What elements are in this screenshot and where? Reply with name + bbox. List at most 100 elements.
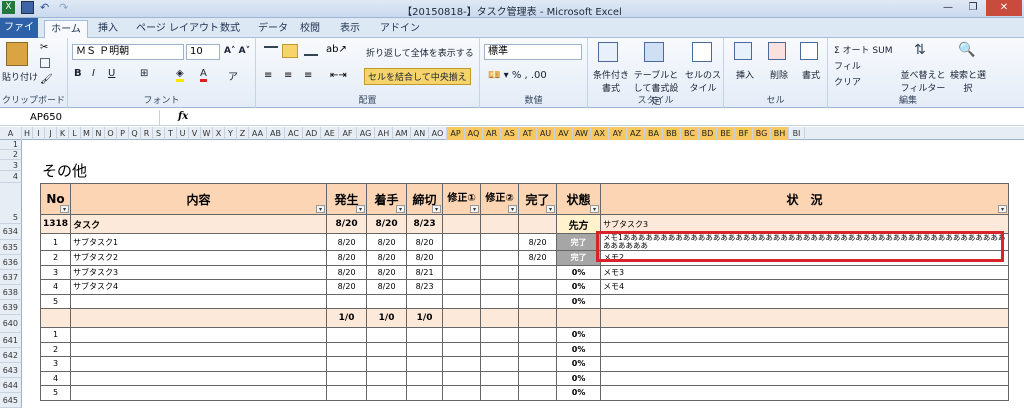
cell-empty[interactable]	[518, 327, 558, 343]
column-header[interactable]: BF	[735, 127, 753, 140]
cell-fix2[interactable]	[480, 308, 520, 328]
row-header[interactable]: 640	[0, 315, 22, 333]
filter-dropdown-icon[interactable]: ▾	[546, 205, 556, 213]
orientation-icon[interactable]: ab↗	[326, 44, 347, 55]
cell-empty[interactable]	[70, 341, 328, 357]
cell-occur[interactable]: 8/20	[326, 264, 368, 280]
cell-occur[interactable]: 8/20	[326, 250, 368, 266]
minimize-icon[interactable]: —	[936, 0, 960, 16]
cell-empty[interactable]	[366, 356, 408, 372]
cell-done[interactable]: 8/20	[518, 250, 558, 266]
cell-due[interactable]: 8/23	[406, 214, 444, 234]
insert-cells-icon[interactable]	[734, 42, 752, 60]
cell-no[interactable]: 4	[39, 279, 72, 295]
cell-state[interactable]: 0%	[556, 341, 602, 357]
column-header[interactable]: AP	[447, 127, 465, 140]
clear-button[interactable]: クリア	[834, 75, 861, 88]
autosum-button[interactable]: Σ オート SUM	[834, 43, 892, 56]
cell-state[interactable]: 0%	[556, 327, 602, 343]
phonetic-icon[interactable]: ア	[228, 68, 238, 83]
row-header[interactable]: 5	[0, 183, 22, 224]
cell-empty[interactable]	[70, 385, 328, 401]
cell-empty[interactable]	[70, 356, 328, 372]
column-header[interactable]: AW	[573, 127, 591, 140]
column-header[interactable]: V	[189, 127, 201, 140]
cell-state[interactable]: 0%	[556, 370, 602, 386]
table-row[interactable]: 4 0%	[39, 370, 1010, 386]
column-header[interactable]: BA	[645, 127, 663, 140]
header-content[interactable]: 内容 ▾	[70, 183, 328, 215]
cell-styles-button[interactable]: セルのスタイル	[684, 68, 722, 94]
column-header[interactable]: AN	[411, 127, 429, 140]
cell-start[interactable]: 8/20	[366, 233, 408, 251]
cell-start[interactable]: 1/0	[366, 308, 408, 328]
tab-page-layout[interactable]: ページ レイアウト	[136, 20, 219, 38]
cell-fix1[interactable]	[442, 214, 482, 234]
cell-empty[interactable]	[326, 370, 368, 386]
filter-dropdown-icon[interactable]: ▾	[998, 205, 1008, 213]
cell-done[interactable]: 8/20	[518, 233, 558, 251]
row-header[interactable]: 637	[0, 270, 22, 285]
cell-empty[interactable]	[366, 385, 408, 401]
header-fix1[interactable]: 修正① ▾	[442, 183, 482, 215]
column-header[interactable]: AH	[375, 127, 393, 140]
align-bottom-icon[interactable]	[304, 46, 318, 56]
conditional-format-button[interactable]: 条件付き書式	[592, 68, 630, 94]
column-header[interactable]: AR	[483, 127, 501, 140]
cell-content[interactable]: サブタスク3	[70, 264, 328, 280]
cell-fix1[interactable]	[442, 233, 482, 251]
tab-file[interactable]: ファイル	[0, 18, 38, 53]
summary-row[interactable]: 1/0 1/0 1/0	[39, 308, 1010, 328]
cell-content[interactable]	[70, 308, 328, 328]
conditional-format-icon[interactable]	[598, 42, 618, 62]
cell-due[interactable]: 8/20	[406, 250, 444, 266]
tab-formulas[interactable]: 数式	[220, 20, 240, 38]
column-header[interactable]: AS	[501, 127, 519, 140]
bold-icon[interactable]: B	[74, 68, 82, 79]
column-header[interactable]: S	[153, 127, 165, 140]
cell-fix1[interactable]	[442, 264, 482, 280]
column-header[interactable]: AD	[303, 127, 321, 140]
cell-done[interactable]	[518, 293, 558, 309]
cell-empty[interactable]	[442, 356, 482, 372]
column-header[interactable]: I	[33, 127, 45, 140]
column-header[interactable]: AQ	[465, 127, 483, 140]
cell-empty[interactable]	[518, 370, 558, 386]
cell-content[interactable]: サブタスク2	[70, 250, 328, 266]
cell-state[interactable]: 0%	[556, 356, 602, 372]
cell-fix2[interactable]	[480, 250, 520, 266]
cell-content[interactable]: タスク	[70, 214, 328, 234]
find-select-icon[interactable]: 🔍	[958, 42, 975, 58]
cell-empty[interactable]	[600, 370, 1010, 386]
filter-dropdown-icon[interactable]: ▾	[316, 205, 326, 213]
header-state[interactable]: 状態 ▾	[556, 183, 602, 215]
cell-state[interactable]: 完了	[556, 233, 602, 251]
header-fix2[interactable]: 修正② ▾	[480, 183, 520, 215]
cell-status[interactable]: メモ3	[600, 264, 1010, 280]
cell-styles-icon[interactable]	[692, 42, 712, 62]
column-header[interactable]: A	[0, 127, 22, 140]
tab-insert[interactable]: 挿入	[98, 20, 118, 38]
tab-addins[interactable]: アドイン	[380, 20, 420, 38]
find-select-button[interactable]: 検索と選択	[950, 68, 986, 94]
cell-empty[interactable]	[600, 327, 1010, 343]
cell-empty[interactable]	[326, 385, 368, 401]
column-header[interactable]: AT	[519, 127, 537, 140]
align-right-icon[interactable]: ≡	[304, 70, 312, 81]
row-header[interactable]: 639	[0, 300, 22, 315]
cell-empty[interactable]	[600, 385, 1010, 401]
row-header[interactable]: 638	[0, 285, 22, 300]
table-row[interactable]: 3 0%	[39, 356, 1010, 372]
format-painter-icon[interactable]: 🖌	[40, 74, 53, 85]
cell-empty[interactable]	[518, 385, 558, 401]
cell-start[interactable]	[366, 293, 408, 309]
filter-dropdown-icon[interactable]: ▾	[356, 205, 366, 213]
row-header[interactable]: 1	[0, 140, 22, 150]
cell-empty[interactable]	[70, 370, 328, 386]
cell-empty[interactable]	[480, 385, 520, 401]
cell-state[interactable]: 0%	[556, 279, 602, 295]
column-header[interactable]: AX	[591, 127, 609, 140]
cell-empty[interactable]	[480, 341, 520, 357]
merge-center-button[interactable]: セルを結合して中央揃え	[364, 68, 471, 85]
header-done[interactable]: 完了 ▾	[518, 183, 558, 215]
